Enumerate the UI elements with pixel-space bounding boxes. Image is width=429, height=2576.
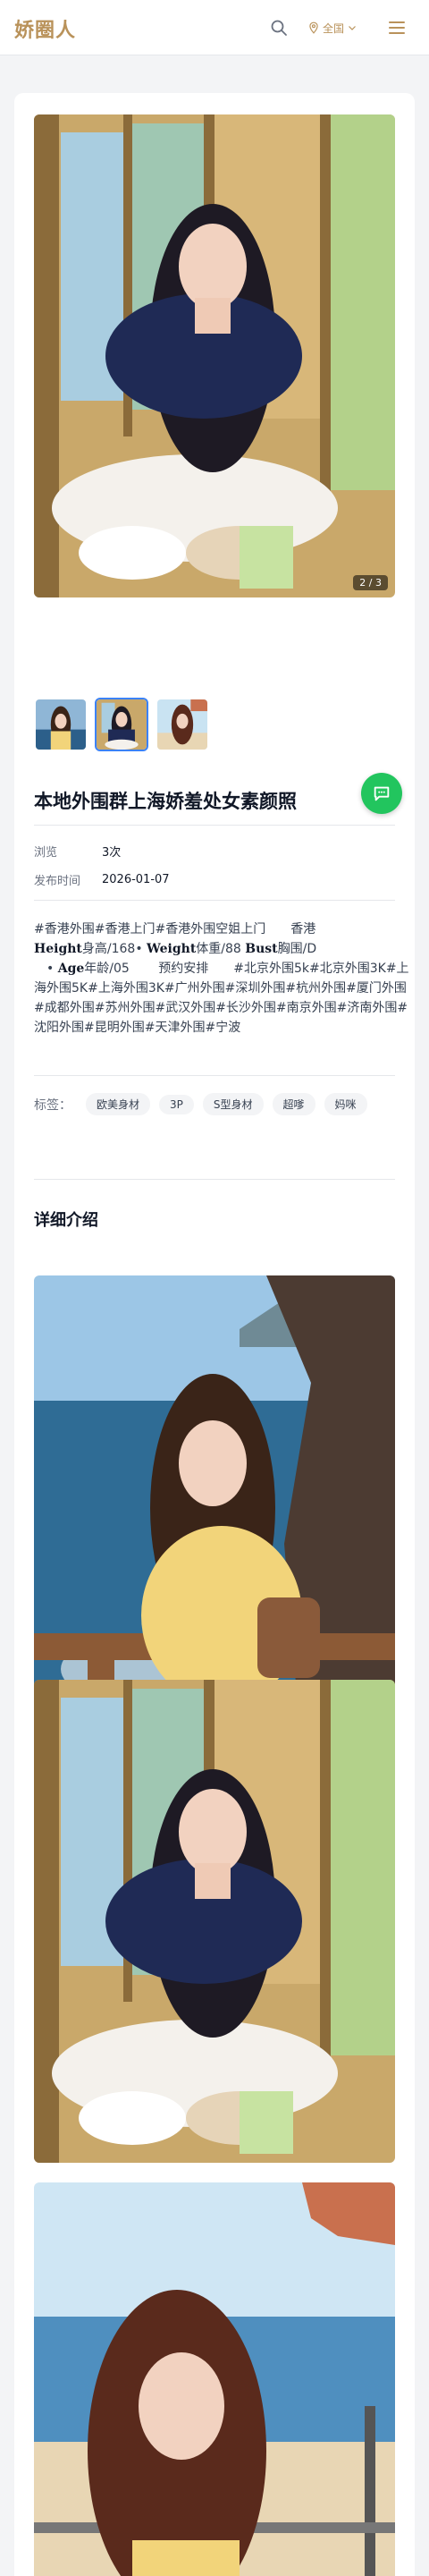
post-description: #香港外围#香港上门#香港外围空姐上门 香港 Height身高/168• Wei…: [34, 919, 409, 1038]
main-gallery-image[interactable]: 2 / 3: [34, 114, 395, 597]
age-prefix: •: [34, 962, 55, 976]
bust-key: Bust: [245, 942, 278, 956]
thumbnail-1[interactable]: [34, 698, 88, 751]
tag-item[interactable]: 超嗲: [272, 1093, 315, 1115]
date-label: 发布时间: [34, 875, 81, 888]
desc-line1: #香港外围#香港上门#香港外围空姐上门 香港: [34, 922, 316, 936]
divider: [34, 900, 395, 901]
chat-button[interactable]: [361, 773, 402, 814]
tag-item[interactable]: 3P: [159, 1094, 194, 1114]
search-icon[interactable]: [268, 17, 290, 38]
thumbnail-2[interactable]: [95, 698, 148, 751]
top-header: 娇圈人 全国: [0, 0, 429, 55]
tag-item[interactable]: S型身材: [202, 1093, 264, 1115]
divider: [34, 1179, 395, 1180]
height-key: Height: [34, 942, 82, 956]
divider: [34, 825, 395, 826]
region-label: 全国: [323, 21, 345, 35]
region-selector[interactable]: 全国: [307, 18, 358, 38]
menu-icon[interactable]: [386, 17, 408, 38]
bust-val: 胸围/D: [277, 942, 317, 956]
tags-label: 标签：: [34, 1097, 72, 1113]
tag-item[interactable]: 欧美身材: [86, 1093, 151, 1115]
site-logo[interactable]: 娇圈人: [14, 14, 76, 43]
weight-key: Weight: [147, 942, 197, 956]
views-label: 浏览: [34, 846, 58, 860]
detail-image-3[interactable]: [34, 2182, 395, 2576]
views-row: 浏览 3次: [34, 843, 395, 860]
post-title: 本地外围群上海娇羞处女素颜照: [34, 791, 297, 812]
thumbnail-3[interactable]: [156, 698, 209, 751]
date-value: 2026-01-07: [102, 873, 170, 886]
tag-list: 标签： 欧美身材 3P S型身材 超嗲 妈咪: [34, 1093, 395, 1115]
location-pin-icon: [309, 21, 318, 34]
tag-item[interactable]: 妈咪: [324, 1093, 367, 1115]
thumbnail-strip: [34, 698, 209, 751]
divider: [34, 1075, 395, 1076]
height-val: 身高/168•: [81, 942, 143, 956]
image-counter: 2 / 3: [353, 575, 388, 590]
views-value: 3次: [102, 846, 122, 860]
age-val: 年龄/05 预约安排 #北京外围5k#北京外围3K#上海外围5K#上海外围3K#…: [34, 962, 409, 1035]
chevron-down-icon: [349, 26, 356, 30]
detail-image-2[interactable]: [34, 1680, 395, 2163]
chat-bubble-icon: [374, 786, 390, 801]
details-heading: 详细介绍: [34, 1211, 98, 1230]
date-row: 发布时间 2026-01-07: [34, 871, 395, 888]
age-key: Age: [57, 962, 85, 976]
post-card: 2 / 3 本地外围群上海娇羞处女素颜照 浏览 3次 发布时间 2026-01-…: [14, 93, 415, 2576]
weight-val: 体重/88: [196, 942, 241, 956]
